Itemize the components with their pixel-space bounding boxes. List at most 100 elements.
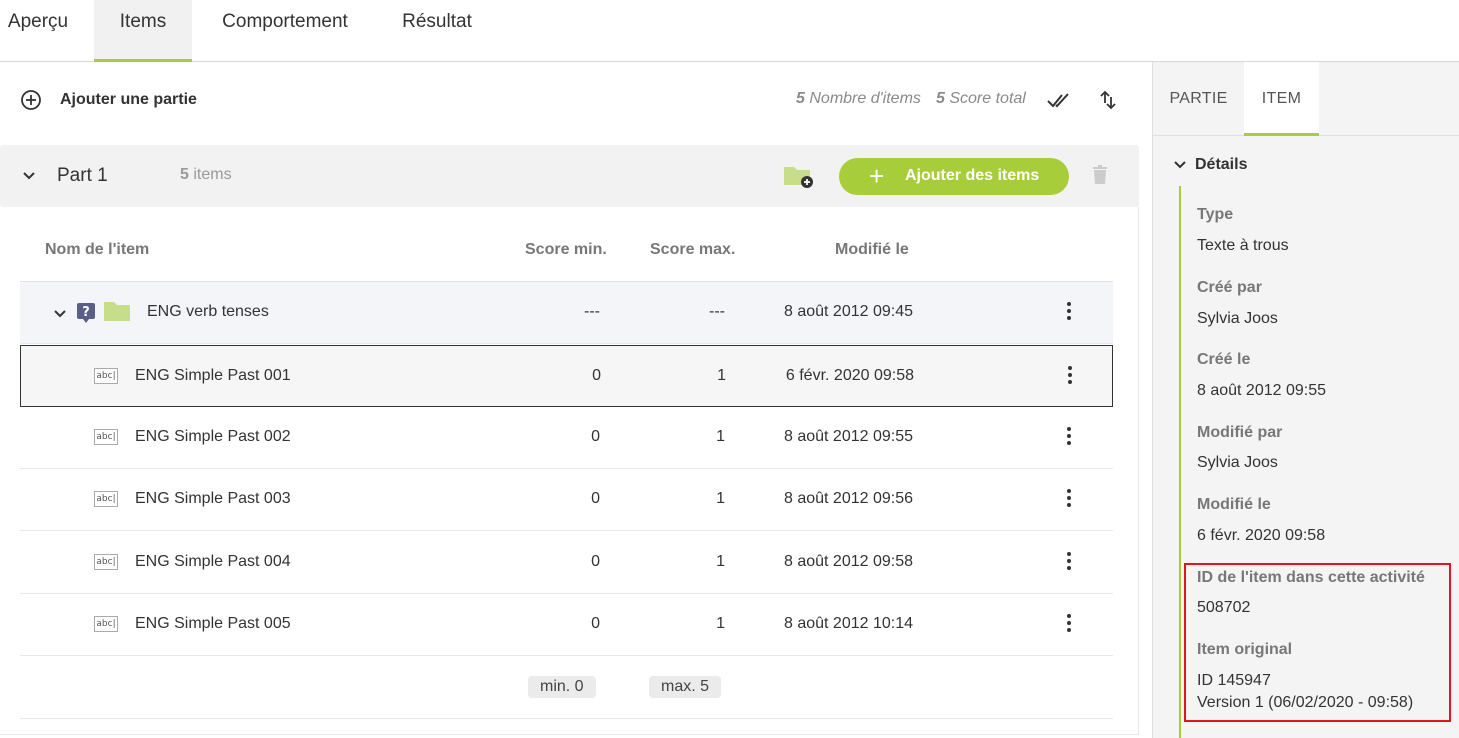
header-score-max[interactable]: Score max.	[650, 241, 735, 259]
score-total-value: 5	[936, 90, 945, 107]
folder-row[interactable]: ? ENG verb tenses --- --- 8 août 2012 09…	[20, 282, 1113, 344]
table-row[interactable]: abc| ENG Simple Past 002 0 1 8 août 2012…	[20, 407, 1113, 469]
table-row[interactable]: abc| ENG Simple Past 005 0 1 8 août 2012…	[20, 594, 1113, 656]
part-item-count: 5 items	[180, 166, 232, 184]
more-options-icon[interactable]	[1061, 612, 1077, 636]
score-total-stat: 5 Score total	[936, 90, 1026, 108]
add-folder-icon[interactable]	[782, 163, 816, 189]
part-count-value: 5	[180, 166, 189, 183]
folder-name: ENG verb tenses	[147, 303, 269, 320]
add-items-button[interactable]: + Ajouter des items	[839, 158, 1069, 195]
more-options-icon[interactable]	[1061, 487, 1077, 511]
tab-label: Résultat	[402, 11, 472, 32]
cell-score-min: 0	[591, 615, 600, 632]
cell-score-min: ---	[584, 303, 600, 320]
cell-item-name: ENG Simple Past 002	[135, 428, 291, 445]
detail-value-created-on: 8 août 2012 09:55	[1197, 382, 1327, 399]
part-count-label: items	[193, 166, 232, 183]
cell-score-min: 0	[591, 553, 600, 570]
cloze-type-icon: abc|	[94, 491, 118, 507]
part-title: Part 1	[57, 165, 108, 186]
score-total-label: Score total	[949, 90, 1026, 107]
tab-label: Aperçu	[7, 11, 69, 32]
cell-score-max: 1	[717, 367, 726, 384]
folder-icon	[104, 302, 130, 321]
max-score-pill: max. 5	[649, 676, 722, 698]
score-summary-row: min. 0 max. 5	[20, 657, 1113, 719]
cell-modified: 6 févr. 2020 09:58	[785, 367, 914, 384]
items-count-value: 5	[796, 90, 805, 107]
cell-score-max: 1	[716, 490, 725, 507]
more-options-icon[interactable]	[1062, 364, 1078, 388]
more-options-icon[interactable]	[1061, 550, 1077, 574]
chevron-down-icon[interactable]	[53, 308, 67, 320]
details-label: Détails	[1195, 156, 1248, 173]
cell-modified: 8 août 2012 09:55	[783, 428, 913, 445]
detail-value-modified-by: Sylvia Joos	[1197, 454, 1278, 471]
cell-modified: 8 août 2012 09:45	[783, 303, 913, 320]
detail-value-modified-on: 6 févr. 2020 09:58	[1197, 527, 1326, 544]
cell-score-min: 0	[591, 490, 600, 507]
chevron-down-icon[interactable]	[22, 170, 36, 182]
highlight-box	[1184, 563, 1451, 722]
table-row[interactable]: abc| ENG Simple Past 003 0 1 8 août 2012…	[20, 469, 1113, 531]
cell-score-max: ---	[709, 303, 725, 320]
table-row[interactable]: abc| ENG Simple Past 001 0 1 6 févr. 202…	[20, 345, 1113, 407]
cloze-type-icon: abc|	[94, 429, 118, 445]
detail-value-type: Texte à trous	[1197, 237, 1289, 254]
table-header: Nom de l'item Score min. Score max. Modi…	[20, 207, 1113, 282]
add-items-label: Ajouter des items	[905, 167, 1040, 184]
items-table: Nom de l'item Score min. Score max. Modi…	[0, 207, 1139, 735]
add-circle-icon	[21, 90, 41, 110]
add-part-button[interactable]: Ajouter une partie	[20, 88, 197, 112]
cell-item-name: ENG Simple Past 005	[135, 615, 291, 632]
detail-value-created-by: Sylvia Joos	[1197, 310, 1278, 327]
tab-items[interactable]: Items	[94, 0, 192, 62]
detail-label-modified-on: Modifié le	[1197, 496, 1271, 513]
cell-score-min: 0	[592, 367, 601, 384]
cloze-type-icon: abc|	[94, 368, 118, 384]
header-name[interactable]: Nom de l'item	[45, 241, 149, 259]
more-options-icon[interactable]	[1061, 300, 1077, 324]
tab-label: Items	[119, 11, 167, 32]
cell-score-max: 1	[716, 553, 725, 570]
trash-icon[interactable]	[1092, 165, 1108, 185]
cell-item-name: ENG Simple Past 003	[135, 490, 291, 507]
tab-resultat[interactable]: Résultat	[392, 0, 482, 62]
cloze-type-icon: abc|	[94, 554, 118, 570]
cell-score-max: 1	[716, 428, 725, 445]
tab-label: ITEM	[1261, 90, 1302, 107]
tab-comportement[interactable]: Comportement	[210, 0, 360, 62]
header-score-min[interactable]: Score min.	[525, 241, 607, 259]
header-modified[interactable]: Modifié le	[835, 241, 909, 259]
cell-score-max: 1	[716, 615, 725, 632]
cell-modified: 8 août 2012 09:56	[783, 490, 913, 507]
detail-label-modified-by: Modifié par	[1197, 424, 1283, 441]
more-options-icon[interactable]	[1061, 425, 1077, 449]
table-row[interactable]: abc| ENG Simple Past 004 0 1 8 août 2012…	[20, 532, 1113, 594]
tab-item[interactable]: ITEM	[1244, 62, 1319, 136]
detail-label-created-by: Créé par	[1197, 279, 1262, 296]
question-badge-icon: ?	[77, 303, 95, 323]
min-score-pill: min. 0	[528, 676, 596, 698]
tab-label: PARTIE	[1169, 90, 1228, 107]
tab-apercu[interactable]: Aperçu	[0, 0, 76, 62]
cell-item-name: ENG Simple Past 004	[135, 553, 291, 570]
sort-icon[interactable]	[1096, 88, 1120, 112]
check-all-icon[interactable]	[1047, 88, 1071, 112]
details-toggle[interactable]: Détails	[1173, 156, 1247, 174]
add-part-label: Ajouter une partie	[60, 91, 197, 108]
side-tab-bar: PARTIE ITEM	[1153, 62, 1459, 136]
detail-label-created-on: Créé le	[1197, 351, 1251, 368]
part-header: Part 1 5 items + Ajouter des items	[0, 145, 1139, 207]
items-count-label: Nombre d'items	[809, 90, 921, 107]
cell-item-name: ENG Simple Past 001	[135, 367, 291, 384]
cell-score-min: 0	[591, 428, 600, 445]
items-toolbar: Ajouter une partie 5 Nombre d'items 5 Sc…	[0, 62, 1140, 138]
tab-partie[interactable]: PARTIE	[1153, 62, 1244, 136]
top-tab-bar: Aperçu Items Comportement Résultat	[0, 0, 1459, 62]
items-count-stat: 5 Nombre d'items	[796, 90, 921, 108]
plus-icon: +	[869, 161, 885, 191]
cell-modified: 8 août 2012 09:58	[783, 553, 913, 570]
tab-label: Comportement	[222, 11, 348, 32]
